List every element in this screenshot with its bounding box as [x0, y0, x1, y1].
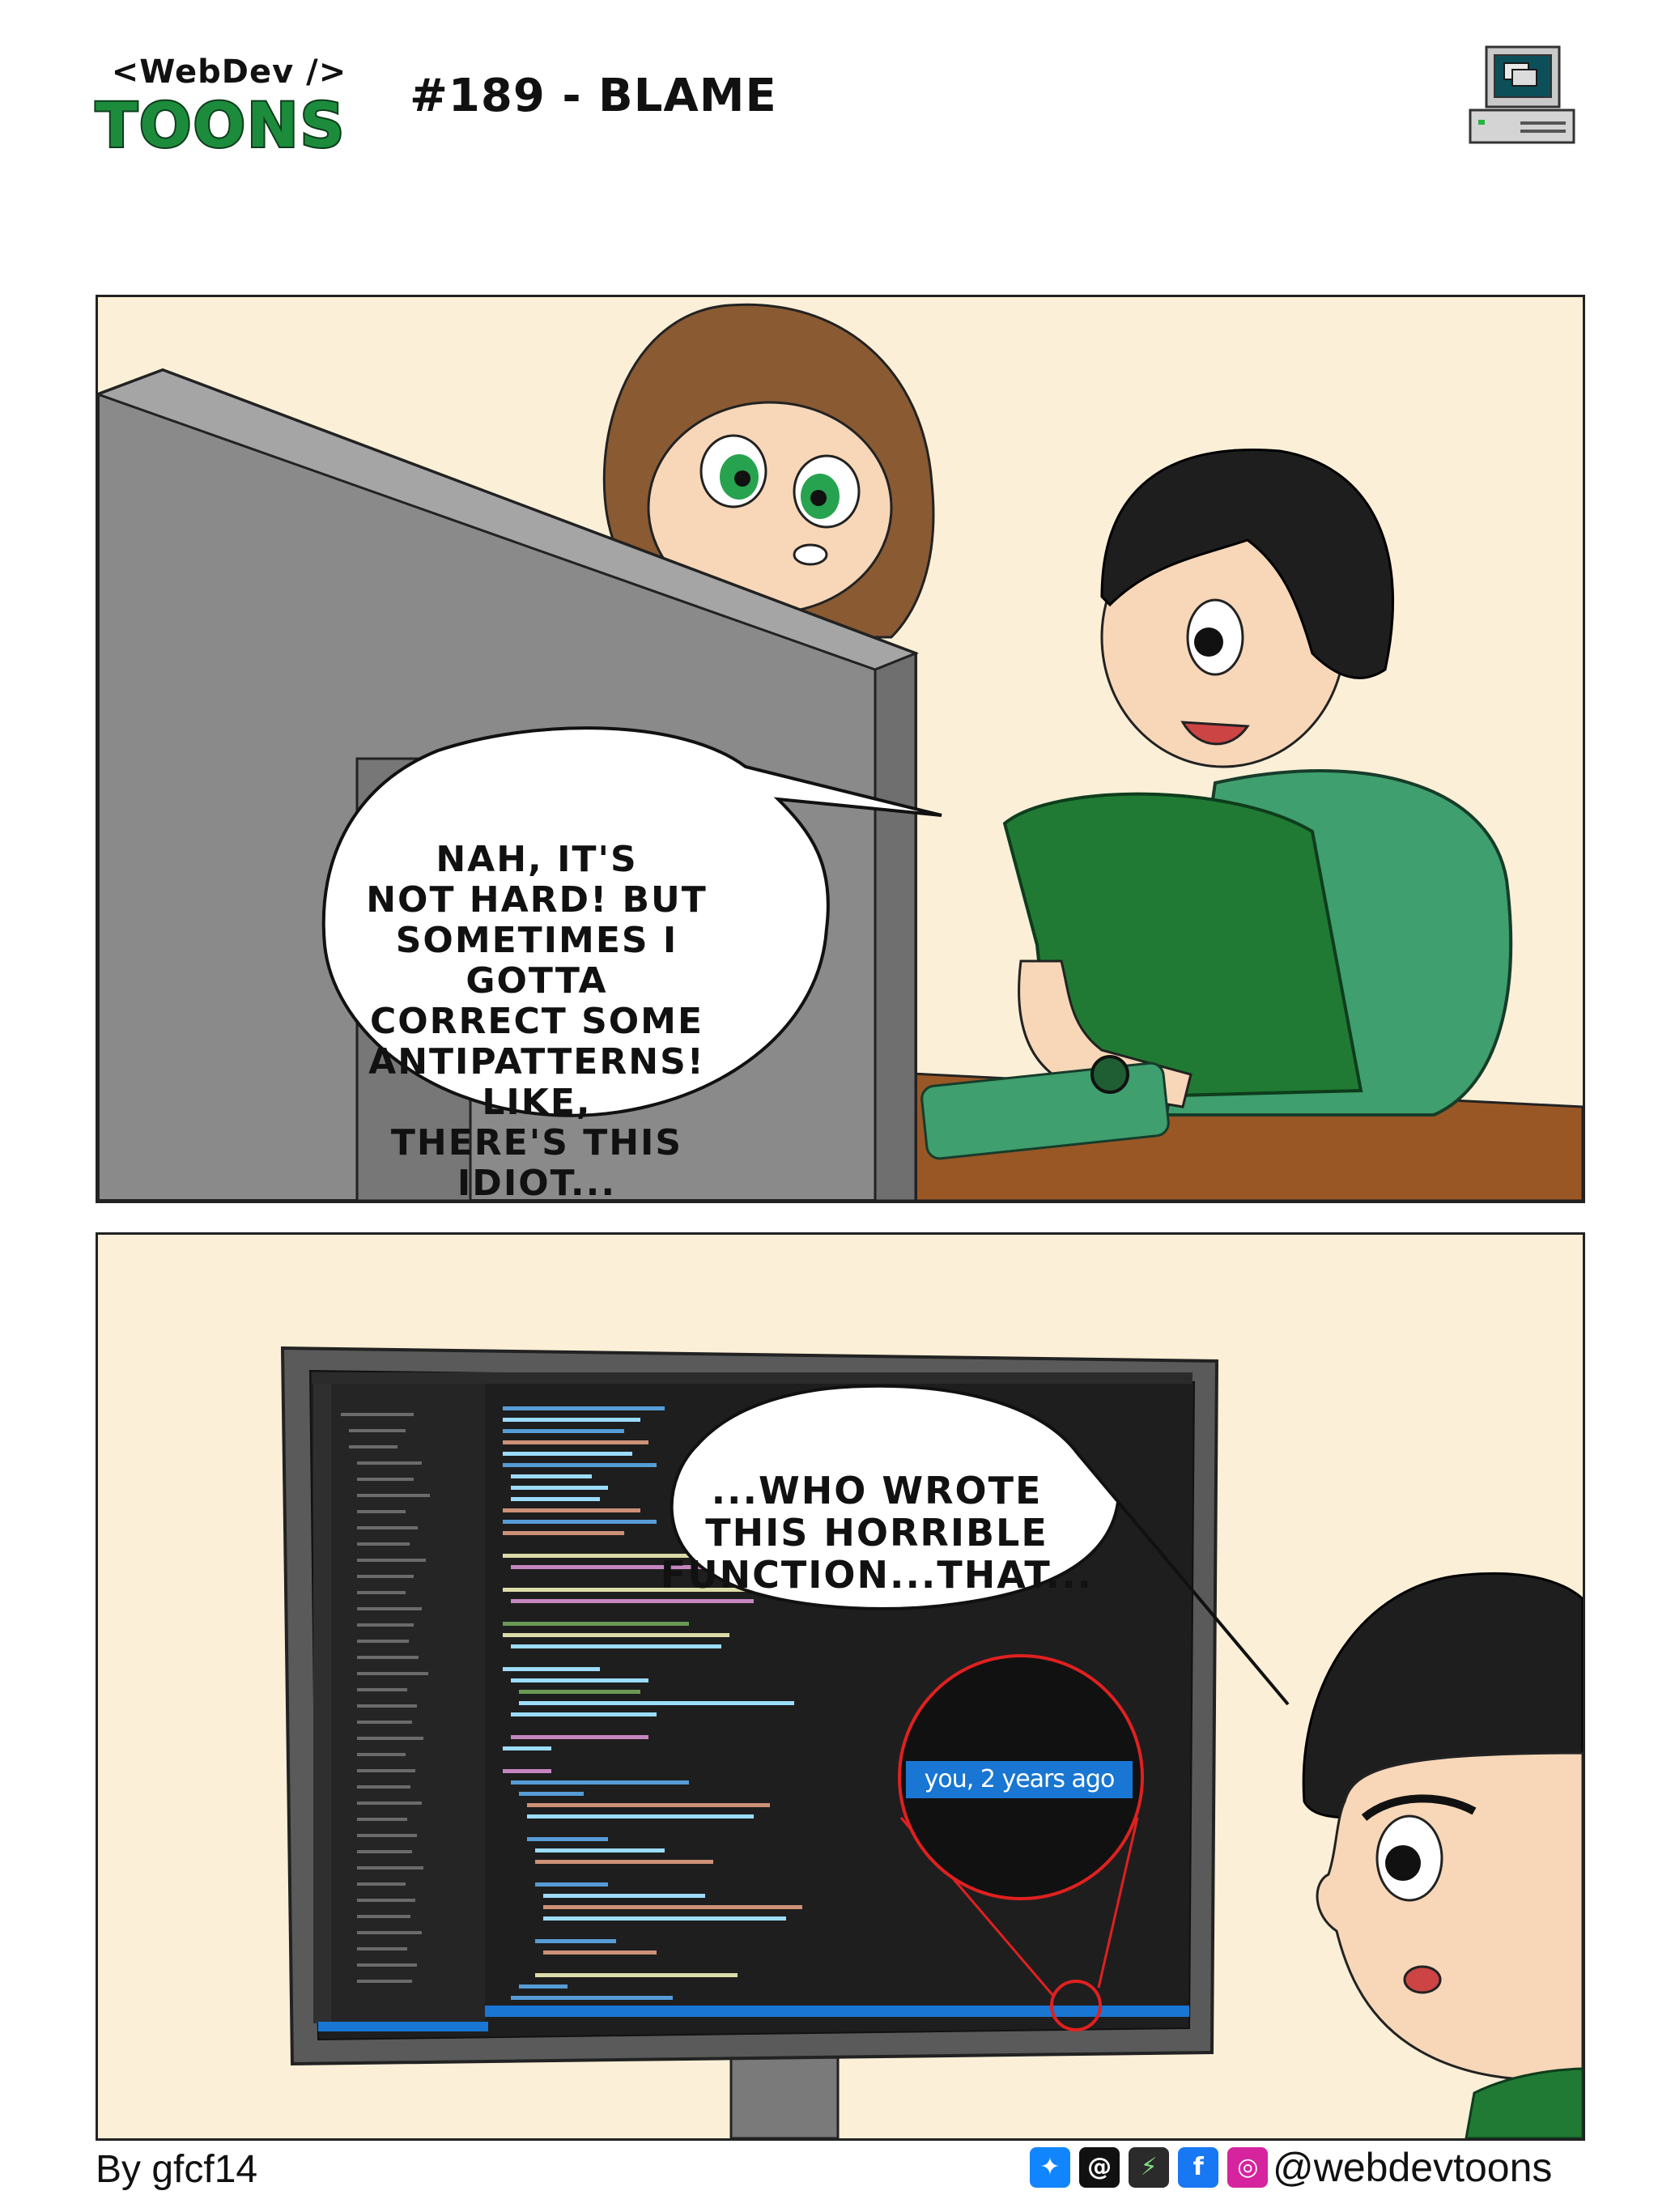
panel-2-scene: [280, 1346, 1583, 2138]
social-links: ✦ @ ⚡ f ◎ @webdevtoons: [1030, 2144, 1580, 2196]
speech-text-2: ...WHO WROTE THIS HORRIBLE FUNCTION...TH…: [660, 1469, 1094, 1597]
instagram-icon[interactable]: ◎: [1227, 2147, 1269, 2188]
speech-text-1: NAH, IT'S NOT HARD! BUT SOMETIMES I GOTT…: [366, 839, 708, 1203]
editor-statusbar: [485, 2006, 1189, 2017]
spacehey-icon[interactable]: ⚡: [1129, 2147, 1170, 2188]
editor-activitybar: [313, 1384, 331, 2023]
author-credit: By gfcf14: [96, 2148, 258, 2191]
webdevtoons-logo: <WebDev /> TOONS: [94, 53, 379, 163]
panel-2: you, 2 years ago ...WHO WROTE THIS HORRI…: [96, 1232, 1585, 2141]
episode-title: #189 - BLAME: [410, 70, 777, 122]
facebook-icon[interactable]: f: [1178, 2147, 1219, 2188]
bluesky-icon[interactable]: ✦: [1030, 2147, 1070, 2188]
logo-bottom-text: TOONS: [94, 87, 346, 163]
panel-1-scene: [98, 303, 1583, 1201]
git-blame-annotation: you, 2 years ago: [906, 1761, 1133, 1798]
social-handle[interactable]: @webdevtoons: [1273, 2144, 1552, 2191]
wristwatch: [1090, 1055, 1129, 1094]
retro-computer-icon: [1469, 45, 1575, 144]
panel-1: NAH, IT'S NOT HARD! BUT SOMETIMES I GOTT…: [96, 295, 1585, 1203]
man-shirt-closeup: [1465, 2067, 1583, 2138]
logo-top-text: <WebDev />: [111, 53, 347, 91]
threads-icon[interactable]: @: [1079, 2147, 1120, 2188]
social-icons: ✦ @ ⚡ f ◎: [1030, 2147, 1273, 2193]
editor-titlebar: [312, 1372, 1192, 1384]
